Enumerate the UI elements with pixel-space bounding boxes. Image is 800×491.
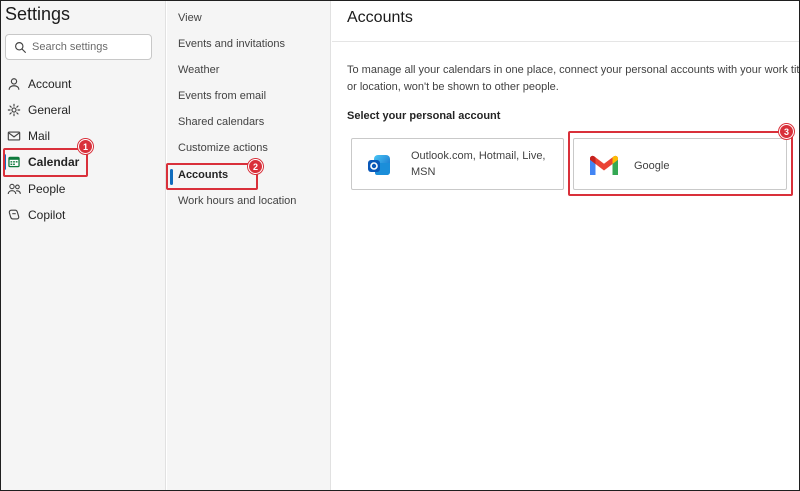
highlight-accounts xyxy=(166,163,258,190)
menu-item-work-hours-and-location[interactable]: Work hours and location xyxy=(178,195,296,207)
search-input[interactable]: Search settings xyxy=(5,34,152,60)
mail-icon xyxy=(6,128,22,144)
nav-item-label: People xyxy=(28,182,66,196)
description-text: To manage all your calendars in one plac… xyxy=(347,64,799,93)
accounts-panel: Accounts To manage all your calendars in… xyxy=(332,1,799,490)
nav-item-label: Mail xyxy=(28,129,51,143)
step-badge-3: 3 xyxy=(779,124,794,139)
outlook-icon xyxy=(368,155,390,175)
section-heading: Select your personal account xyxy=(347,110,501,122)
search-icon xyxy=(15,42,26,53)
step-badge-2: 2 xyxy=(248,159,263,174)
outlook-account-label: Outlook.com, Hotmail, Live, MSN xyxy=(411,150,546,178)
menu-item-customize-actions[interactable]: Customize actions xyxy=(178,142,268,154)
search-placeholder: Search settings xyxy=(32,41,108,53)
settings-title: Settings xyxy=(5,4,71,24)
highlight-google xyxy=(568,131,793,196)
menu-item-view[interactable]: View xyxy=(178,12,202,24)
copilot-icon xyxy=(6,207,22,223)
menu-item-shared-calendars[interactable]: Shared calendars xyxy=(178,116,264,128)
nav-item-label: Copilot xyxy=(28,208,66,222)
highlight-calendar xyxy=(3,148,88,177)
nav-item-label: General xyxy=(28,103,71,117)
outlook-account-button[interactable]: Outlook.com, Hotmail, Live, MSN xyxy=(351,138,564,190)
divider xyxy=(332,41,799,42)
nav-item-people[interactable]: People xyxy=(3,177,163,201)
nav-item-label: Account xyxy=(28,77,72,91)
people-icon xyxy=(6,181,22,197)
step-badge-1: 1 xyxy=(78,139,93,154)
menu-item-weather[interactable]: Weather xyxy=(178,64,219,76)
settings-sidebar: Settings Search settings Account General… xyxy=(1,1,166,490)
nav-item-copilot[interactable]: Copilot xyxy=(3,203,163,227)
menu-item-events-and-invitations[interactable]: Events and invitations xyxy=(178,38,285,50)
gear-icon xyxy=(6,102,22,118)
page-title: Accounts xyxy=(347,9,413,26)
nav-item-account[interactable]: Account xyxy=(3,72,163,96)
calendar-settings-menu: View Events and invitations Weather Even… xyxy=(167,1,331,490)
nav-item-general[interactable]: General xyxy=(3,98,163,122)
person-icon xyxy=(6,76,22,92)
menu-item-events-from-email[interactable]: Events from email xyxy=(178,90,266,102)
